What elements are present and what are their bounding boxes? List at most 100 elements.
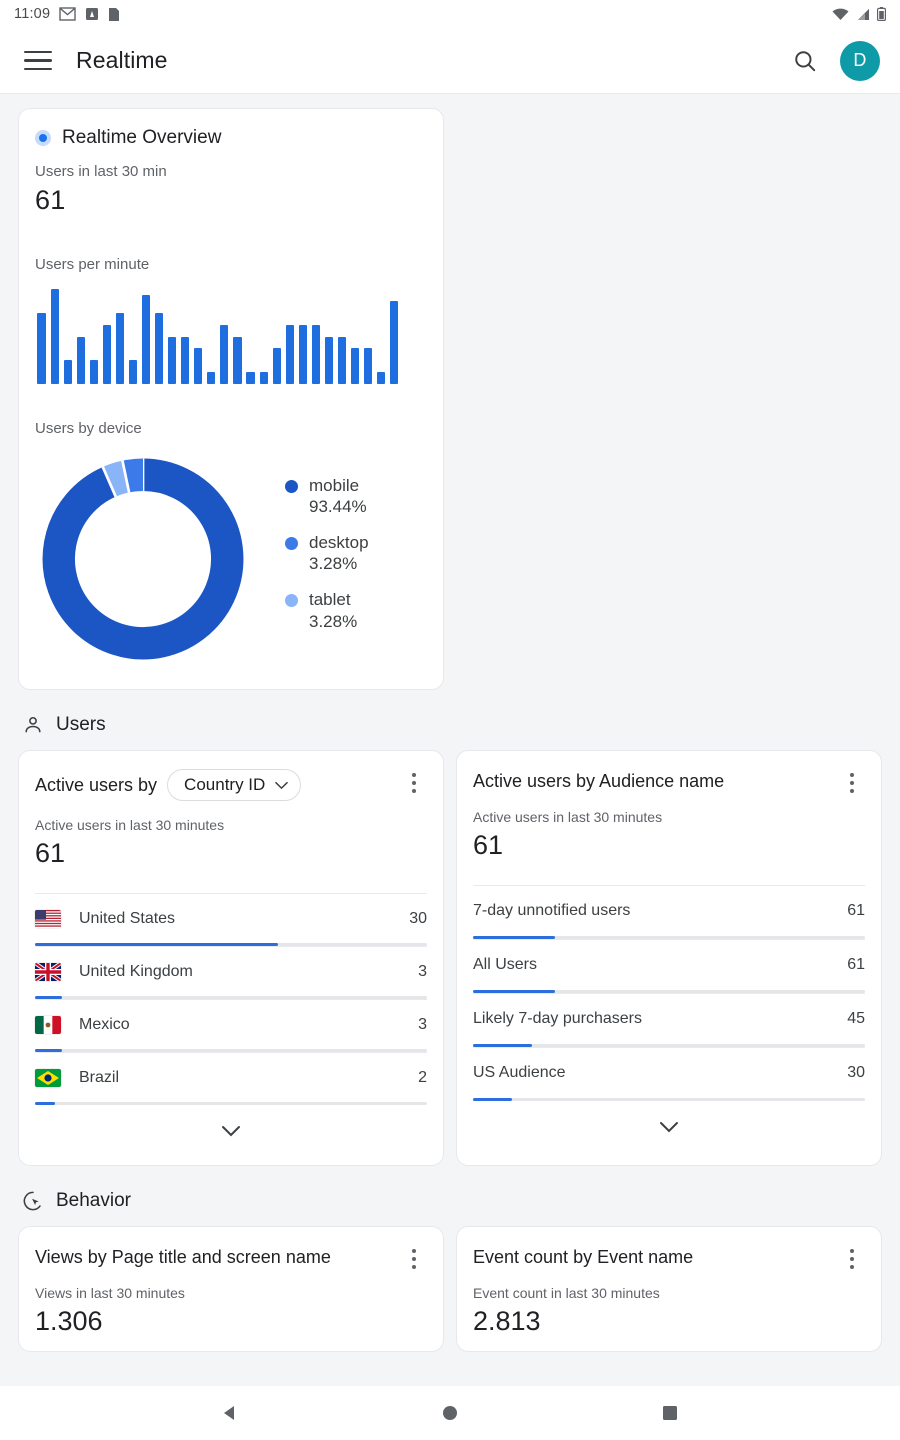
country-name: United States — [79, 909, 176, 927]
person-icon — [25, 716, 41, 733]
legend-label: desktop — [309, 533, 369, 553]
table-row[interactable]: United States 30 — [35, 893, 427, 946]
audience-name: US Audience — [473, 1064, 566, 1082]
events-card-header: Event count by Event name — [473, 1245, 865, 1269]
search-icon[interactable] — [792, 48, 818, 74]
hamburger-menu-icon[interactable] — [18, 41, 58, 81]
home-nav-button[interactable] — [423, 1386, 477, 1440]
country-card-subtitle: Active users in last 30 minutes — [35, 817, 225, 833]
country-list: United States 30 United Kingdom 3 Mexico 3 Bra… — [35, 893, 427, 1105]
audience-list: 7-day unnotified users 61 All Users 61 Likel… — [473, 885, 865, 1102]
section-users-title: Users — [56, 714, 106, 735]
table-row[interactable]: 7-day unnotified users 61 — [473, 885, 865, 940]
behavior-cards-row: Views by Page title and screen name View… — [18, 1226, 882, 1353]
audience-card-title: Active users by Audience name — [473, 771, 725, 791]
spark-bar — [390, 300, 399, 384]
views-card-overflow-menu-icon[interactable] — [401, 1245, 427, 1269]
table-row[interactable]: Mexico 3 — [35, 999, 427, 1052]
spark-bar — [272, 348, 281, 384]
users-by-device-label: Users by device — [35, 420, 142, 437]
spark-bar-column — [48, 289, 61, 384]
android-navigation-bar — [0, 1386, 900, 1440]
audience-card-expand-button[interactable] — [473, 1101, 865, 1153]
donut-segment-desktop — [122, 458, 144, 493]
avatar[interactable]: D — [840, 40, 880, 81]
legend-color-dot — [285, 480, 298, 493]
spark-bar-column — [218, 289, 231, 384]
legend-item: mobile 93.44% — [285, 475, 369, 519]
spark-bar — [102, 324, 111, 384]
spark-bar-column — [231, 289, 244, 384]
table-row[interactable]: Likely 7-day purchasers 45 — [473, 993, 865, 1048]
events-card-overflow-menu-icon[interactable] — [839, 1245, 865, 1269]
overview-users-label: Users in last 30 min — [35, 163, 167, 180]
spark-bar-column — [257, 289, 270, 384]
spark-bar-column — [388, 289, 401, 384]
overview-title: Realtime Overview — [62, 127, 222, 148]
legend-label: tablet — [309, 590, 351, 610]
spark-bar — [298, 324, 307, 384]
recents-square-icon — [663, 1406, 677, 1420]
donut-segment-tablet — [102, 460, 130, 497]
country-name: Mexico — [79, 1015, 130, 1033]
country-card-expand-button[interactable] — [35, 1105, 427, 1157]
spark-bar — [63, 360, 72, 384]
views-by-page-title-card: Views by Page title and screen name View… — [18, 1226, 444, 1353]
table-row[interactable]: Brazil 2 — [35, 1052, 427, 1105]
app-bar-actions: D — [792, 40, 880, 81]
back-nav-button[interactable] — [203, 1386, 257, 1440]
table-row-content: Likely 7-day purchasers 45 — [473, 994, 865, 1044]
audience-card-subtitle: Active users in last 30 minutes — [473, 809, 663, 826]
spark-bar-column — [179, 289, 192, 384]
table-row-content: US Audience 30 — [473, 1048, 865, 1098]
spark-bar-column — [322, 289, 335, 384]
us-flag — [35, 909, 61, 928]
table-row[interactable]: All Users 61 — [473, 939, 865, 994]
users-by-device-block: mobile 93.44% desktop 3.28% tablet 3.28% — [35, 451, 427, 667]
legend-label: mobile — [309, 476, 360, 495]
spark-bar — [181, 336, 190, 384]
events-card-title: Event count by Event name — [473, 1247, 694, 1267]
country-name: Brazil — [79, 1068, 120, 1086]
status-bar-right — [832, 7, 886, 21]
overview-users-block: Users in last 30 min 61 — [35, 163, 427, 216]
country-card-header: Active users by Country ID — [35, 769, 427, 801]
spark-bar-column — [153, 289, 166, 384]
dimension-selector-label: Country ID — [184, 775, 266, 794]
cellular-signal-icon — [858, 8, 869, 20]
table-row-content: Brazil 2 — [35, 1053, 427, 1102]
table-row[interactable]: US Audience 30 — [473, 1047, 865, 1102]
spark-bar-column — [270, 289, 283, 384]
spark-bar-column — [362, 289, 375, 384]
spark-bar-column — [87, 289, 100, 384]
spark-bar — [115, 312, 124, 384]
spark-bar — [377, 372, 386, 384]
audience-card-header: Active users by Audience name — [473, 769, 865, 793]
spark-bar — [128, 360, 138, 384]
spark-bar — [194, 348, 203, 384]
country-name: United Kingdom — [79, 962, 193, 980]
realtime-overview-card: Realtime Overview Users in last 30 min 6… — [18, 108, 444, 690]
table-row-content: 7-day unnotified users 61 — [473, 886, 865, 936]
audience-card-overflow-menu-icon[interactable] — [839, 769, 865, 793]
spark-bar-column — [126, 289, 139, 384]
app-icon — [86, 8, 99, 20]
table-row[interactable]: United Kingdom 3 — [35, 946, 427, 999]
spark-bar — [168, 336, 177, 384]
active-users-by-audience-card: Active users by Audience name Active use… — [456, 750, 882, 1166]
users-per-minute-label: Users per minute — [35, 256, 150, 273]
app-bar: Realtime D — [0, 28, 900, 94]
dimension-selector-country[interactable]: Country ID — [167, 769, 302, 801]
spark-bar-column — [35, 289, 48, 384]
views-card-value: 1.306 — [35, 1306, 103, 1337]
spark-bar — [259, 372, 268, 384]
chevron-down-icon — [660, 1122, 678, 1133]
sdcard-icon — [109, 7, 120, 21]
cursor-click-icon — [23, 1191, 41, 1211]
recents-nav-button[interactable] — [643, 1386, 697, 1440]
country-value: 3 — [418, 1015, 427, 1033]
audience-value: 45 — [847, 1010, 865, 1028]
back-triangle-icon — [224, 1406, 234, 1420]
country-card-overflow-menu-icon[interactable] — [401, 769, 427, 793]
page-title: Realtime — [76, 47, 168, 73]
